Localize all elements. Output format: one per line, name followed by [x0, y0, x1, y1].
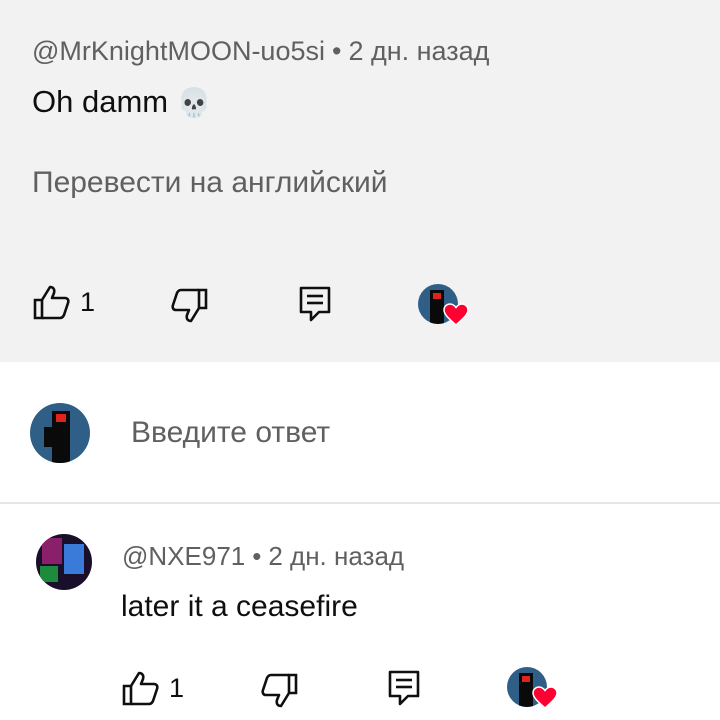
dislike-button[interactable]: [171, 288, 209, 324]
reply-author-avatar[interactable]: [36, 534, 92, 590]
reply-like-button[interactable]: 1: [121, 670, 184, 706]
reply-dislike-button[interactable]: [261, 673, 299, 709]
reply-reply-button[interactable]: [388, 670, 420, 706]
skull-emoji: 💀: [176, 87, 212, 118]
user-avatar: [30, 403, 90, 463]
comment-reply-icon: [299, 286, 331, 322]
comment-text-content: Oh damm: [32, 84, 169, 119]
like-count: 1: [80, 286, 96, 317]
thumbs-up-icon: [33, 285, 70, 320]
comment-time: 2 дн. назад: [348, 36, 490, 66]
reply-author[interactable]: @NXE971: [122, 541, 245, 571]
comment-author[interactable]: @MrKnightMOON-uo5si: [32, 36, 325, 66]
like-button[interactable]: 1: [32, 284, 95, 320]
heart-icon: [443, 303, 469, 326]
reply-like-count: 1: [169, 672, 185, 703]
reply-text: later it a ceasefire: [121, 590, 358, 623]
comment-meta: @MrKnightMOON-uo5si • 2 дн. назад: [32, 36, 489, 67]
reply-button[interactable]: [299, 286, 331, 322]
meta-separator: •: [331, 36, 342, 66]
thumbs-down-icon: [261, 673, 298, 708]
heart-icon: [532, 686, 558, 709]
thumbs-down-icon: [171, 288, 208, 323]
divider: [0, 502, 720, 504]
translate-button[interactable]: Перевести на английский: [32, 166, 388, 200]
thumbs-up-icon: [122, 671, 159, 706]
reply-time: 2 дн. назад: [268, 541, 405, 571]
highlighted-comment: @MrKnightMOON-uo5si • 2 дн. назад Oh damm …: [0, 0, 720, 362]
meta-separator: •: [252, 541, 262, 571]
reply-input[interactable]: Введите ответ: [131, 416, 330, 450]
comment-text: Oh damm 💀: [32, 84, 212, 120]
comment-reply-icon: [388, 670, 420, 706]
reply-meta: @NXE971 • 2 дн. назад: [122, 541, 404, 572]
